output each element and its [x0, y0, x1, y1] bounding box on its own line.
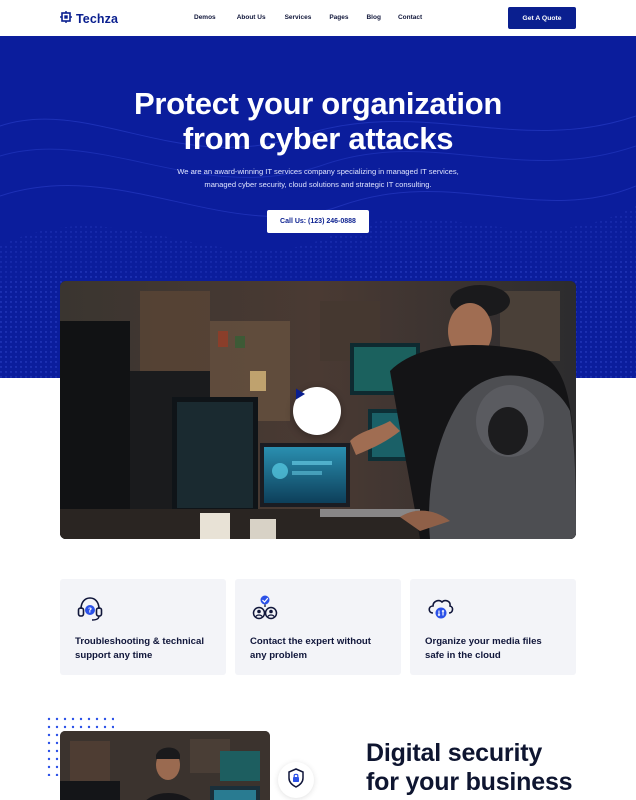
nav-link-about-us[interactable]: About Us [237, 14, 266, 21]
nav-menu: Demos About Us Services Pages Blog Conta… [194, 14, 422, 21]
nav-link-demos[interactable]: Demos [194, 14, 216, 21]
hero-subtitle-line2: managed cyber security, cloud solutions … [204, 179, 432, 189]
about-image [60, 731, 270, 800]
feature-text-support: Troubleshooting & technical support any … [75, 635, 225, 663]
feature-line: Troubleshooting & technical [75, 636, 204, 647]
top-navbar: Techza Demos About Us Services Pages Blo… [0, 0, 636, 36]
feature-text-cloud: Organize your media files safe in the cl… [425, 635, 575, 663]
play-video-button[interactable] [293, 387, 341, 435]
shield-lock-icon [285, 767, 307, 794]
feature-line: Organize your media files [425, 636, 542, 647]
feature-card-expert: Contact the expert without any problem [235, 579, 401, 675]
feature-text-expert: Contact the expert without any problem [250, 635, 400, 663]
feature-card-support: ? Troubleshooting & technical support an… [60, 579, 226, 675]
logo-text: Techza [76, 12, 119, 26]
nav-link-services[interactable]: Services [285, 14, 312, 21]
feature-card-cloud: Organize your media files safe in the cl… [410, 579, 576, 675]
nav-link-pages[interactable]: Pages [329, 14, 348, 21]
call-us-button[interactable]: Call Us: (123) 246-0888 [267, 210, 369, 233]
about-title-line1: Digital security [366, 739, 543, 767]
feature-cards: ? Troubleshooting & technical support an… [60, 579, 576, 675]
expert-users-icon [250, 593, 280, 623]
security-badge [278, 762, 314, 798]
hero-title-line2: from cyber attacks [182, 121, 454, 156]
hero-subtitle: We are an award-winning IT services comp… [0, 166, 636, 191]
feature-line: any problem [250, 650, 308, 661]
about-title: Digital security for your business [366, 739, 606, 797]
about-scene-image [60, 731, 270, 800]
nav-link-contact[interactable]: Contact [398, 14, 422, 21]
headset-icon: ? [75, 593, 105, 623]
hero-title-line1: Protect your organization [134, 86, 502, 121]
video-thumbnail[interactable] [60, 281, 576, 539]
nav-link-blog[interactable]: Blog [366, 14, 380, 21]
svg-text:?: ? [88, 607, 92, 615]
feature-line: support any time [75, 650, 153, 661]
hero-subtitle-line1: We are an award-winning IT services comp… [177, 167, 459, 176]
hero-title: Protect your organization from cyber att… [0, 86, 636, 156]
cloud-sync-icon [425, 593, 455, 623]
get-a-quote-button[interactable]: Get A Quote [508, 7, 576, 29]
feature-line: Contact the expert without [250, 636, 371, 647]
logo[interactable]: Techza [60, 10, 118, 28]
feature-line: safe in the cloud [425, 650, 501, 661]
logo-icon [60, 10, 72, 28]
about-title-line2: for your business [366, 768, 573, 796]
